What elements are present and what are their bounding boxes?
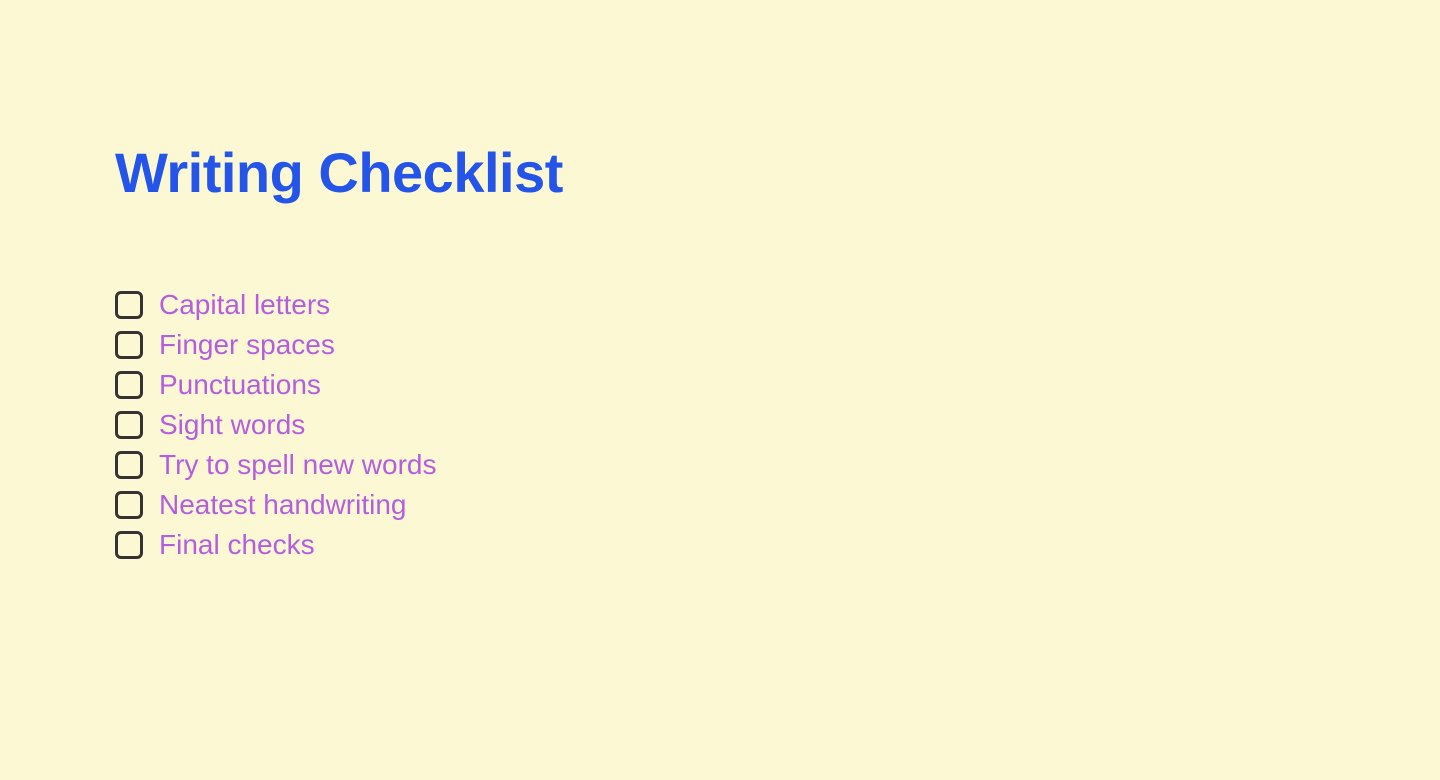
list-item: Try to spell new words: [115, 445, 1440, 485]
list-item: Punctuations: [115, 365, 1440, 405]
checklist-item-label: Final checks: [159, 529, 315, 561]
page-title: Writing Checklist: [115, 140, 1440, 205]
checklist: Capital letters Finger spaces Punctuatio…: [115, 285, 1440, 565]
list-item: Neatest handwriting: [115, 485, 1440, 525]
checkbox-neatest-handwriting[interactable]: [115, 491, 143, 519]
checklist-item-label: Capital letters: [159, 289, 330, 321]
checklist-item-label: Sight words: [159, 409, 305, 441]
checkbox-sight-words[interactable]: [115, 411, 143, 439]
checkbox-spell-new-words[interactable]: [115, 451, 143, 479]
checkbox-punctuations[interactable]: [115, 371, 143, 399]
checkbox-capital-letters[interactable]: [115, 291, 143, 319]
checkbox-finger-spaces[interactable]: [115, 331, 143, 359]
checklist-item-label: Neatest handwriting: [159, 489, 406, 521]
checklist-item-label: Finger spaces: [159, 329, 335, 361]
checklist-item-label: Try to spell new words: [159, 449, 437, 481]
checklist-item-label: Punctuations: [159, 369, 321, 401]
list-item: Finger spaces: [115, 325, 1440, 365]
checkbox-final-checks[interactable]: [115, 531, 143, 559]
list-item: Sight words: [115, 405, 1440, 445]
list-item: Final checks: [115, 525, 1440, 565]
list-item: Capital letters: [115, 285, 1440, 325]
